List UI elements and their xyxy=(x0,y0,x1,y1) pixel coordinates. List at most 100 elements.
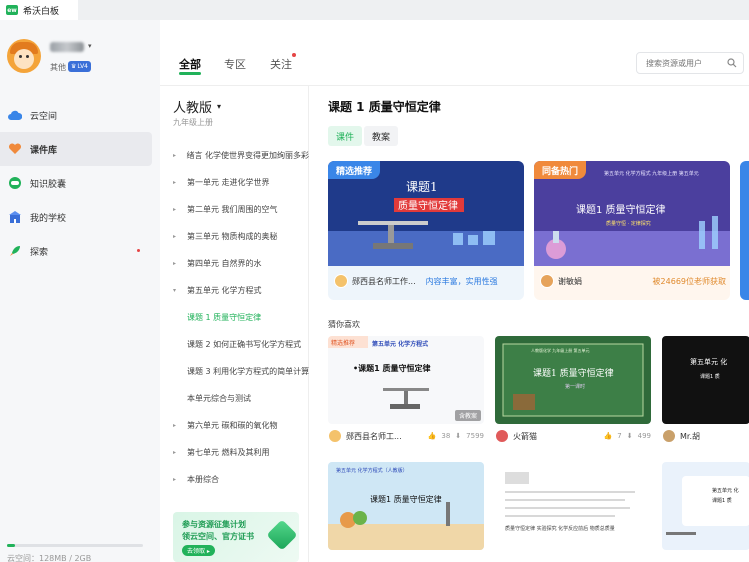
resource-card[interactable]: 第五单元 化 课题1 质 Mr.胡 xyxy=(662,336,749,451)
recommended-card[interactable]: 第五单元 化学方程式 九年级上册 第五单元 课题1 质量守恒定律 质量守恒 · … xyxy=(534,161,730,300)
eye-icon: ⬇ xyxy=(626,432,633,440)
thumb-up-icon[interactable]: 👍 xyxy=(428,432,437,440)
slide-title: 课题1 质量守恒定律 xyxy=(533,367,614,379)
chapter-subitem[interactable]: 本单元综合与测试 xyxy=(160,385,309,412)
author-name[interactable]: 郧西县名师工... xyxy=(346,431,402,442)
view-count: 7599 xyxy=(466,432,484,440)
resource-card[interactable]: 精选推荐 第五单元 化学方程式 •课题1 质量守恒定律 含教案 郧西县名师工..… xyxy=(328,336,484,451)
chapter-label: 课题 1 质量守恒定律 xyxy=(187,313,262,322)
promo-claim-button[interactable]: 去领取 ▸ xyxy=(182,545,215,556)
sidebar-item-label: 探索 xyxy=(30,247,49,258)
card-tag: 内容丰富，实用性强 xyxy=(425,276,498,286)
chapter-subitem[interactable]: 课题 3 利用化学方程式的简单计算 xyxy=(160,358,309,385)
chapter-subitem[interactable]: 课题 2 如何正确书写化学方程式 xyxy=(160,331,309,358)
slide-unit: 第五单元 化学方程式 xyxy=(371,340,428,348)
author-name[interactable]: 谢敏娟 xyxy=(558,276,582,287)
chapter-item[interactable]: ▸ 本册综合 xyxy=(160,466,309,493)
card-stats: 👍 38 ⬇ 7599 xyxy=(428,432,484,440)
tab-lesson-plan[interactable]: 教案 xyxy=(364,126,399,146)
author-name[interactable]: 郧西县名师工作... xyxy=(352,276,416,287)
sidebar-item-label: 知识胶囊 xyxy=(30,179,67,190)
search-box[interactable] xyxy=(636,52,744,74)
author-name[interactable]: Mr.胡 xyxy=(680,431,700,442)
recommended-card[interactable]: 课题1 质量守恒定律 精选推荐 郧西县名师工作... 内容丰富，实用性强 xyxy=(328,161,524,300)
slide-text: 质量守恒定律 实验探究 化学反应前后 物质总质量 xyxy=(505,525,615,532)
tab-all[interactable]: 全部 xyxy=(179,56,201,72)
card-footer: 火箭猫 👍 7 ⬇ 499 xyxy=(495,428,651,444)
lesson-title: 课题 1 质量守恒定律 xyxy=(328,100,441,114)
sidebar-item-school[interactable]: 我的学校 xyxy=(0,200,160,234)
chapter-item[interactable]: ▸ 第四单元 自然界的水 xyxy=(160,250,309,277)
chapter-label: 第四单元 自然界的水 xyxy=(187,259,262,268)
courseware-thumbnail: 人教版化学 九年级上册 第五单元 课题1 质量守恒定律 第一课时 xyxy=(495,336,651,424)
thumb-up-icon[interactable]: 👍 xyxy=(604,432,613,440)
username-blurred[interactable] xyxy=(50,42,84,52)
sidebar-item-label: 我的学校 xyxy=(30,213,67,224)
chapter-item[interactable]: ▸ 第六单元 碳和碳的氧化物 xyxy=(160,412,309,439)
chapter-label: 第一单元 走进化学世界 xyxy=(187,178,270,187)
slide-title: 课题1 质量守恒定律 xyxy=(576,203,666,216)
caret-down-icon: ▾ xyxy=(217,102,222,111)
slide-title: 课题1 xyxy=(406,180,438,194)
chapter-item[interactable]: ▸ 第七单元 燃料及其利用 xyxy=(160,439,309,466)
slide-title: 第五单元 化 xyxy=(690,357,727,366)
edition-selector[interactable]: 人教版 ▾ xyxy=(173,97,221,116)
like-count: 38 xyxy=(441,432,451,440)
capsule-icon xyxy=(8,176,22,190)
chapter-item[interactable]: ▸ 第三单元 物质构成的奥秘 xyxy=(160,223,309,250)
resource-card[interactable]: 人教版化学 九年级上册 第五单元 课题1 质量守恒定律 第一课时 火箭猫 👍 7 … xyxy=(495,336,651,451)
card-footer: 谢敏娟 被24669位老师获取 xyxy=(540,272,726,290)
chapter-item[interactable]: ▸ 第二单元 我们周围的空气 xyxy=(160,196,309,223)
top-tabs: 全部 专区 关注 xyxy=(160,20,749,86)
sidebar-item-courseware[interactable]: 课件库 xyxy=(0,132,152,166)
resource-card[interactable]: 第五单元 化学方程式（人教版） 课题1 质量守恒定律 xyxy=(328,462,484,562)
main-panel: 全部 专区 关注 人教版 ▾ 九年级上册 ▸ 绪言 化学使世界变得更加绚丽多彩 ▸ 第… xyxy=(160,20,749,562)
courseware-thumbnail: 质量守恒定律 实验探究 化学反应前后 物质总质量 xyxy=(495,462,651,550)
app-tab[interactable]: ew 希沃白板 xyxy=(0,0,78,20)
promo-banner[interactable]: 参与资源征集计划 领云空间、官方证书 去领取 ▸ xyxy=(173,512,299,562)
chapter-label: 第五单元 化学方程式 xyxy=(187,286,262,295)
chapter-label: 第二单元 我们周围的空气 xyxy=(187,205,278,214)
heart-icon xyxy=(8,142,22,156)
author-avatar xyxy=(334,274,348,288)
grade-label: 九年级上册 xyxy=(173,118,213,127)
caret-right-icon: ▸ xyxy=(173,449,177,456)
tab-follow[interactable]: 关注 xyxy=(270,56,292,72)
tab-zone[interactable]: 专区 xyxy=(224,56,246,72)
recommended-card-partial[interactable] xyxy=(740,161,749,300)
avatar[interactable] xyxy=(7,39,41,73)
view-count: 499 xyxy=(637,432,651,440)
sidebar-item-capsule[interactable]: 知识胶囊 xyxy=(0,166,160,200)
section-title: 猜你喜欢 xyxy=(328,320,360,329)
slide-subtitle: 课题1 质 xyxy=(700,373,720,380)
chapter-subitem[interactable]: 课题 1 质量守恒定律 xyxy=(160,304,309,331)
chapter-item[interactable]: ▾ 第五单元 化学方程式 xyxy=(160,277,309,304)
resource-card[interactable]: 第五单元 化 课题1 质 xyxy=(662,462,749,562)
chapter-label: 本单元综合与测试 xyxy=(187,394,251,403)
caret-down-icon[interactable]: ▾ xyxy=(88,42,92,50)
card-stats: 👍 7 ⬇ 499 xyxy=(604,432,651,440)
storage-progress xyxy=(7,544,143,547)
chapter-label: 课题 2 如何正确书写化学方程式 xyxy=(187,340,302,349)
chapter-list: ▸ 绪言 化学使世界变得更加绚丽多彩 ▸ 第一单元 走进化学世界 ▸ 第二单元 我们周围的… xyxy=(160,142,309,493)
sidebar-item-explore[interactable]: 探索 xyxy=(0,234,160,268)
author-avatar xyxy=(495,429,509,443)
chapter-label: 第三单元 物质构成的奥秘 xyxy=(187,232,278,241)
search-input[interactable] xyxy=(646,58,726,68)
caret-right-icon: ▸ xyxy=(173,179,177,186)
sidebar-item-label: 课件库 xyxy=(30,145,58,156)
chapter-label: 本册综合 xyxy=(187,475,219,484)
tab-courseware[interactable]: 课件 xyxy=(328,126,363,146)
content-area: 课题 1 质量守恒定律 课件 教案 课题1 质量守恒定律 精选推荐 郧西县名师工… xyxy=(310,86,749,562)
author-name[interactable]: 火箭猫 xyxy=(513,431,537,442)
chapter-label: 第七单元 燃料及其利用 xyxy=(187,448,270,457)
search-icon[interactable] xyxy=(727,58,737,71)
sub-tabs: 课件 教案 xyxy=(328,126,399,146)
sidebar-item-cloud[interactable]: 云空间 xyxy=(0,98,160,132)
notification-dot xyxy=(137,249,140,252)
caret-right-icon: ▸ xyxy=(173,233,177,240)
chapter-item[interactable]: ▸ 第一单元 走进化学世界 xyxy=(160,169,309,196)
chapter-item[interactable]: ▸ 绪言 化学使世界变得更加绚丽多彩 xyxy=(160,142,309,169)
level-badge: ♛ LV4 xyxy=(68,61,91,72)
resource-card[interactable]: 质量守恒定律 实验探究 化学反应前后 物质总质量 xyxy=(495,462,651,562)
